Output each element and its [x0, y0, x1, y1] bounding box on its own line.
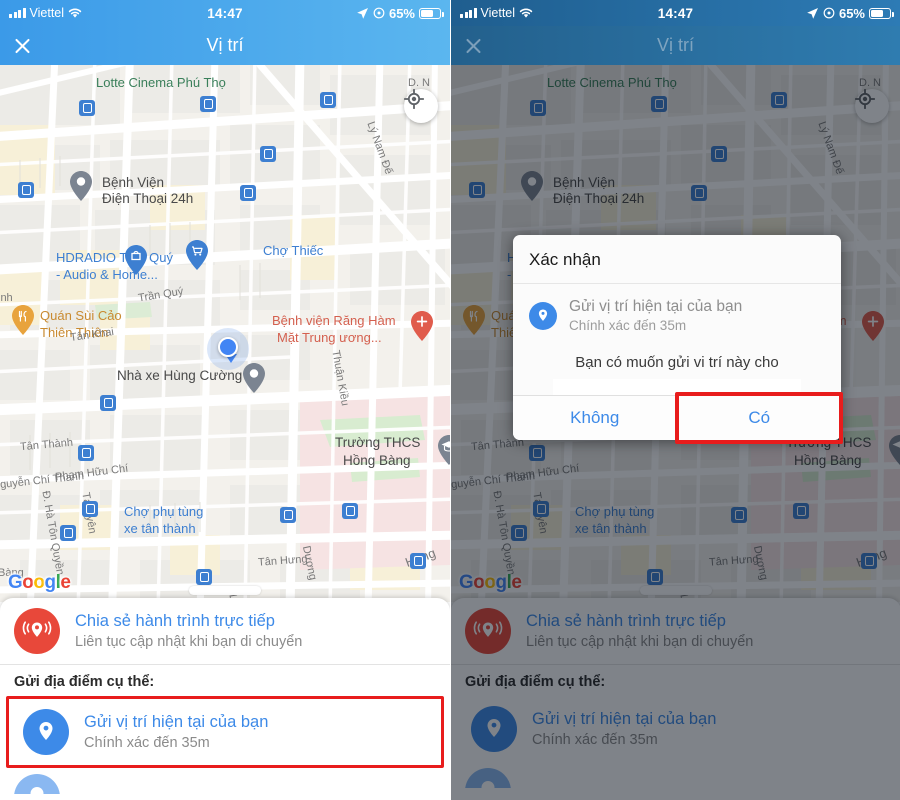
map-poi-label: Bệnh viện Răng Hàm — [272, 313, 396, 328]
send-current-location-title: Gửi vị trí hiện tại của bạn — [84, 713, 269, 731]
map-pin-hospital-icon[interactable] — [411, 311, 433, 341]
map-street-label: inh — [0, 292, 13, 304]
bus-stop-icon[interactable] — [260, 146, 276, 162]
my-location-button[interactable] — [404, 89, 438, 123]
bus-stop-icon[interactable] — [79, 100, 95, 116]
next-row-partial[interactable] — [0, 768, 450, 794]
status-bar-left: Viettel — [451, 6, 611, 20]
battery-percent-label: 65% — [838, 5, 865, 21]
map-poi-label: Bệnh Viện — [102, 175, 165, 190]
confirm-dialog: Xác nhận Gửi vị trí hiện tại của bạn Chí… — [513, 235, 843, 444]
map-poi-label: xe tân thành — [124, 521, 196, 536]
page-title: Vị trí — [656, 35, 694, 55]
battery-percent-label: 65% — [388, 5, 415, 21]
bus-stop-icon[interactable] — [60, 525, 76, 541]
dialog-location-subtitle: Chính xác đến 35m — [569, 318, 687, 333]
bus-stop-icon[interactable] — [196, 569, 212, 585]
bus-stop-icon[interactable] — [200, 96, 216, 112]
map-pin-store-icon[interactable] — [125, 245, 147, 275]
bus-stop-icon[interactable] — [410, 553, 426, 569]
map-poi-label: Hồng Bàng — [343, 453, 411, 468]
send-current-location-subtitle: Chính xác đến 35m — [84, 735, 210, 751]
live-share-row[interactable]: Chia sẻ hành trình trực tiếp Liên tục cậ… — [0, 598, 450, 664]
location-arrow-icon — [357, 7, 368, 19]
dialog-location-text: Gửi vị trí hiện tại của bạn Chính xác đế… — [569, 297, 742, 335]
signal-bars-icon — [9, 8, 26, 18]
map-poi-label: Chợ Thiếc — [263, 243, 324, 258]
battery-icon — [869, 7, 894, 19]
map-poi-label: Mặt Trung ương... — [277, 330, 382, 345]
map-pin-icon[interactable] — [70, 171, 92, 201]
alarm-clock-icon — [373, 7, 385, 19]
bus-stop-icon[interactable] — [100, 395, 116, 411]
carrier-label: Viettel — [480, 6, 516, 20]
map-poi-label: Quán Sùi Cảo — [40, 308, 122, 323]
alarm-clock-icon — [823, 7, 835, 19]
map-poi-label: Điện Thoại 24h — [102, 191, 194, 206]
bus-stop-icon[interactable] — [280, 507, 296, 523]
status-bar: Viettel 14:47 65% — [451, 0, 900, 26]
map-poi-label: Nhà xe Hùng Cường — [117, 368, 243, 383]
dialog-message: Bạn có muốn gửi vi trí này cho — [575, 354, 779, 371]
bus-stop-icon[interactable] — [342, 503, 358, 519]
battery-icon — [419, 7, 444, 19]
bus-stop-icon[interactable] — [18, 182, 34, 198]
live-location-broadcast-icon — [14, 608, 60, 654]
status-bar: Viettel 14:47 65% — [0, 0, 450, 26]
bottom-sheet: Chia sẻ hành trình trực tiếp Liên tục cậ… — [0, 598, 450, 800]
signal-bars-icon — [460, 8, 477, 18]
google-logo: Google — [8, 572, 71, 593]
status-bar-time: 14:47 — [207, 5, 243, 21]
dialog-yes-button[interactable]: Có — [677, 396, 841, 440]
live-share-text: Chia sẻ hành trình trực tiếp Liên tục cậ… — [75, 610, 302, 652]
location-dot — [218, 337, 238, 357]
map-canvas[interactable]: Lotte Cinema Phú Thọ Bệnh Viện Điện Thoạ… — [0, 65, 450, 602]
send-current-location-row[interactable]: Gửi vị trí hiện tại của bạn Chính xác đế… — [9, 699, 441, 765]
section-label: Gửi địa điểm cụ thể: — [14, 674, 155, 690]
phone-screen-left: Viettel 14:47 65% Vị trí Lotte Cinema Ph… — [0, 0, 450, 800]
my-location-icon — [404, 89, 424, 109]
map-pin-icon — [23, 709, 69, 755]
dialog-no-button[interactable]: Không — [513, 396, 678, 440]
dialog-recipient-blank — [553, 379, 801, 395]
live-share-title: Chia sẻ hành trình trực tiếp — [75, 612, 275, 630]
page-title: Vị trí — [206, 35, 244, 55]
status-bar-right: 65% — [740, 6, 900, 21]
map-poi-label: Chợ phụ tùng — [124, 504, 204, 519]
home-indicator — [189, 586, 261, 595]
bus-stop-icon[interactable] — [320, 92, 336, 108]
map-poi-label: HDRADIO Trần Quý — [56, 250, 174, 265]
app-header: Vị trí — [0, 26, 450, 65]
map-pin-icon — [529, 302, 557, 330]
send-current-location-text: Gửi vị trí hiện tại của bạn Chính xác đế… — [84, 711, 268, 753]
status-bar-time: 14:47 — [657, 5, 694, 21]
wifi-icon — [519, 8, 533, 18]
map-poi-label: Trường THCS — [335, 435, 421, 450]
dialog-location-row: Gửi vị trí hiện tại của bạn Chính xác đế… — [513, 284, 841, 341]
bus-stop-icon[interactable] — [78, 445, 94, 461]
status-bar-left: Viettel — [0, 6, 160, 20]
carrier-label: Viettel — [29, 6, 65, 20]
phone-screen-right: Viettel 14:47 65% Vị trí Xác nhận Gửi vị… — [450, 0, 900, 800]
bus-stop-icon[interactable] — [82, 501, 98, 517]
map-pin-icon — [14, 774, 60, 794]
live-share-subtitle: Liên tục cập nhật khi bạn di chuyển — [75, 634, 303, 650]
close-icon[interactable] — [451, 26, 497, 65]
map-poi-label: Lotte Cinema Phú Thọ — [96, 75, 226, 90]
map-pin-shopping-icon[interactable] — [186, 240, 208, 270]
bus-stop-icon[interactable] — [240, 185, 256, 201]
dialog-title: Xác nhận — [529, 250, 601, 269]
location-arrow-icon — [807, 7, 818, 19]
screenshot-pair: Viettel 14:47 65% Vị trí Lotte Cinema Ph… — [0, 0, 900, 800]
dialog-location-title: Gửi vị trí hiện tại của bạn — [569, 298, 743, 315]
status-bar-right: 65% — [290, 6, 450, 21]
map-pin-restaurant-icon[interactable] — [12, 305, 34, 335]
app-header: Vị trí — [451, 26, 900, 65]
dialog-actions: Không Có — [513, 395, 841, 440]
my-location-marker — [207, 328, 249, 370]
wifi-icon — [68, 8, 82, 18]
map-pin-school-icon[interactable] — [438, 435, 450, 465]
send-current-location-highlight: Gửi vị trí hiện tại của bạn Chính xác đế… — [6, 696, 444, 768]
close-icon[interactable] — [0, 26, 46, 65]
